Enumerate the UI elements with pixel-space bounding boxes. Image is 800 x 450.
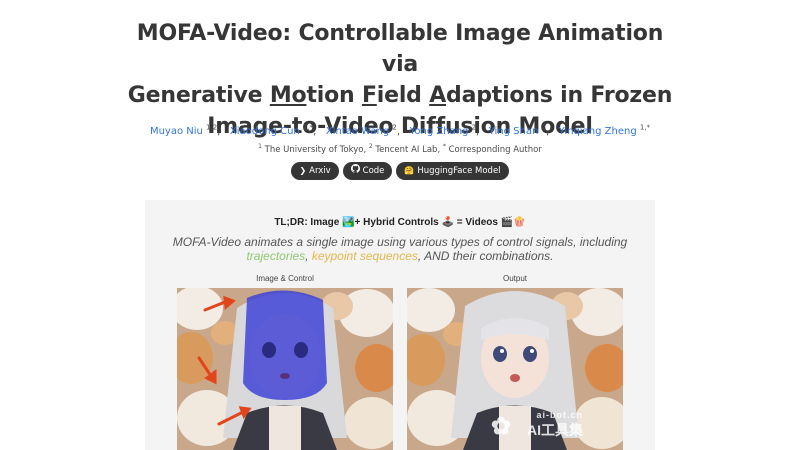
affil-sup: 1	[258, 143, 262, 150]
author-sup: 1,*	[639, 124, 651, 132]
title-text: Generative	[127, 83, 270, 108]
label-output: Output	[502, 274, 527, 283]
huggingface-button[interactable]: 🤗 HuggingFace Model	[396, 162, 509, 180]
author-name[interactable]: Yong Zhang	[410, 126, 469, 137]
author-name[interactable]: Ying Shan	[489, 126, 539, 137]
desc-text: , AND their combinations.	[417, 249, 554, 263]
title-line-2: Generative Motion Field Adaptions in Fro…	[120, 80, 680, 111]
author-link[interactable]: Yong Zhang 2	[410, 124, 477, 137]
arxiv-button[interactable]: ❯ Arxiv	[291, 162, 339, 180]
author-link[interactable]: Xintao Wang 2	[326, 124, 397, 137]
author-name[interactable]: Muyao Niu	[150, 126, 203, 137]
title-line-1: MOFA-Video: Controllable Image Animation…	[136, 21, 664, 77]
arxiv-chevron-icon: ❯	[299, 166, 307, 175]
author-link[interactable]: Muyao Niu 1,2	[150, 124, 218, 137]
desc-keypoints: keypoint sequences	[311, 249, 418, 263]
affiliations: 1 The University of Tokyo, 2 Tencent AI …	[150, 143, 650, 155]
author-sup: 2,*	[302, 124, 314, 132]
author-link[interactable]: Yinqiang Zheng 1,*	[559, 124, 651, 137]
label-image-control: Image & Control	[256, 274, 314, 283]
affil-corresponding: Corresponding Author	[448, 144, 542, 155]
title-text: tion	[306, 83, 362, 108]
github-icon	[350, 162, 360, 180]
author-name[interactable]: Yinqiang Zheng	[559, 126, 637, 137]
author-name[interactable]: Xiaodong Cun	[230, 126, 300, 137]
author-list: Muyao Niu 1,2, Xiaodong Cun 2,*, Xintao …	[149, 124, 651, 138]
watermark-text: AI工具集	[527, 422, 583, 438]
title-underline-a: A	[429, 83, 447, 108]
author-sup: 2	[392, 124, 397, 132]
huggingface-emoji-icon: 🤗	[404, 166, 415, 175]
affil-sup: *	[442, 143, 446, 150]
link-buttons: ❯ Arxiv Code 🤗 HuggingFace Model	[200, 162, 600, 180]
output-image: ✿ ai-bot.cn AI工具集	[407, 288, 623, 450]
desc-text: ,	[305, 249, 312, 263]
author-sup: 1,2	[206, 124, 218, 132]
arxiv-label: Arxiv	[309, 166, 331, 176]
affil-tokyo: The University of Tokyo,	[264, 144, 367, 155]
watermark-logo-icon: ✿	[491, 413, 512, 440]
affil-sup: 2	[368, 143, 373, 150]
tldr-heading: TL;DR: Image 🏞️+ Hybrid Controls 🕹️ = Vi…	[274, 217, 526, 228]
title-underline-mo: Mo	[269, 83, 307, 108]
author-sup: 2	[541, 124, 546, 132]
code-button[interactable]: Code	[342, 162, 393, 180]
desc-text: MOFA-Video animates a single image using…	[172, 235, 628, 249]
desc-trajectories: trajectories	[246, 249, 306, 263]
title-underline-f: F	[361, 83, 377, 108]
input-image	[177, 288, 393, 450]
title-text: ield	[376, 83, 430, 108]
author-sup: 2	[471, 124, 477, 132]
author-link[interactable]: Ying Shan 2	[489, 124, 546, 137]
watermark: ✿ ai-bot.cn AI工具集	[491, 410, 583, 440]
author-name[interactable]: Xintao Wang	[326, 126, 389, 137]
affil-tencent: Tencent AI Lab,	[375, 144, 441, 155]
watermark-domain: ai-bot.cn	[536, 410, 583, 420]
huggingface-label: HuggingFace Model	[417, 166, 501, 176]
code-label: Code	[362, 166, 385, 176]
teaser-description: MOFA-Video animates a single image using…	[165, 235, 635, 263]
author-link[interactable]: Xiaodong Cun 2,*	[230, 124, 314, 137]
title-text: daptions in Frozen	[446, 83, 673, 108]
teaser-panel: TL;DR: Image 🏞️+ Hybrid Controls 🕹️ = Vi…	[145, 200, 655, 450]
